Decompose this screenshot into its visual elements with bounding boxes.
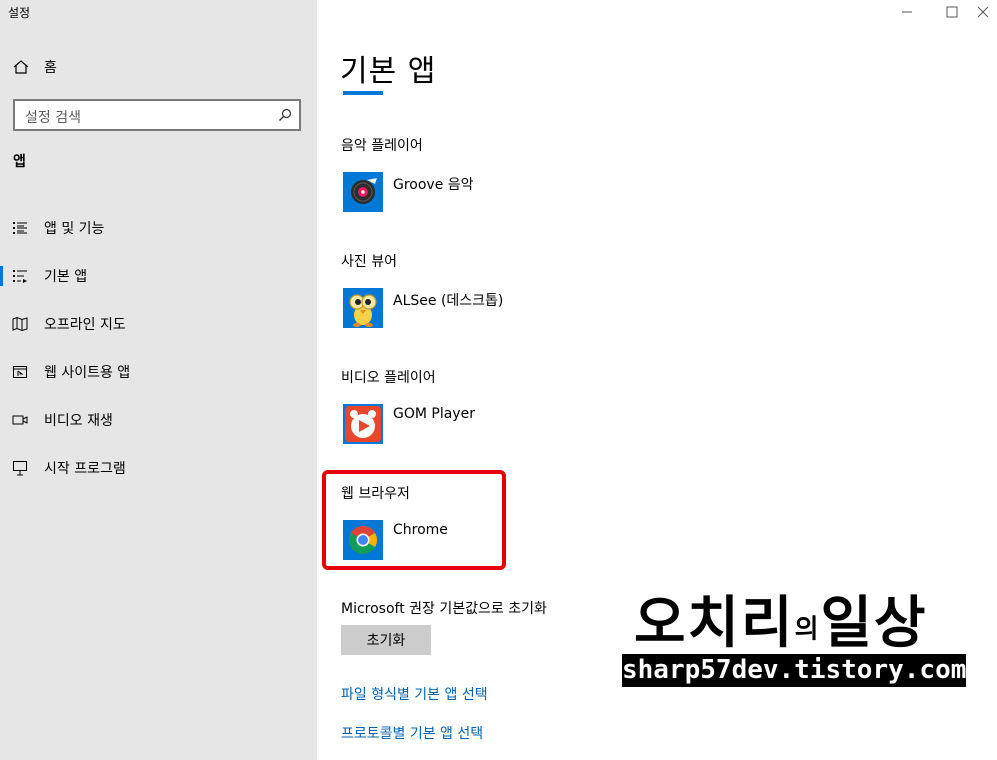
- choose-by-file-type-link[interactable]: 파일 형식별 기본 앱 선택: [341, 684, 488, 704]
- video-playback-icon: [12, 415, 28, 425]
- startup-icon: [13, 461, 27, 476]
- choose-by-protocol-link[interactable]: 프로토콜별 기본 앱 선택: [341, 723, 483, 743]
- category-photo-viewer: 사진 뷰어: [341, 254, 397, 270]
- home-label: 홈: [44, 60, 57, 76]
- sidebar-item-apps-for-websites[interactable]: 웹 사이트용 앱: [0, 348, 317, 396]
- sidebar-item-startup[interactable]: 시작 프로그램: [0, 444, 317, 492]
- offline-maps-icon: [12, 316, 28, 332]
- reset-label: Microsoft 권장 기본값으로 초기화: [341, 601, 547, 617]
- category-video-player: 비디오 플레이어: [341, 370, 436, 386]
- home-nav-item[interactable]: 홈: [13, 56, 57, 78]
- home-icon: [13, 60, 29, 74]
- sidebar-item-video-playback[interactable]: 비디오 재생: [0, 396, 317, 444]
- default-apps-icon: [13, 270, 27, 283]
- search-placeholder: 설정 검색: [25, 110, 81, 126]
- title-underline: [343, 91, 383, 95]
- sidebar-item-label: 기본 앱: [44, 269, 88, 285]
- sidebar-nav: 앱 및 기능 기본 앱 오프라인 지도 웹 사이트용 앱 비디오 재생 시작 프…: [0, 204, 317, 492]
- watermark-title-end: 일상: [820, 591, 928, 656]
- sidebar-item-offline-maps[interactable]: 오프라인 지도: [0, 300, 317, 348]
- sidebar-item-default-apps[interactable]: 기본 앱: [0, 252, 317, 300]
- app-name: Groove 음악: [393, 177, 474, 193]
- apps-for-websites-icon: [13, 366, 27, 378]
- watermark-title: 오치리의일상: [634, 578, 928, 659]
- default-app-music-player[interactable]: Groove 음악: [343, 172, 474, 212]
- reset-button[interactable]: 초기화: [341, 625, 431, 655]
- sidebar-item-label: 비디오 재생: [44, 413, 113, 429]
- watermark-title-small: 의: [794, 614, 821, 645]
- sidebar-item-label: 앱 및 기능: [44, 221, 105, 237]
- highlight-box: [322, 470, 506, 570]
- category-music-player: 음악 플레이어: [341, 138, 423, 154]
- watermark-title-main: 오치리: [634, 591, 795, 656]
- search-icon[interactable]: [278, 108, 292, 122]
- apps-features-icon: [13, 222, 27, 234]
- window-title: 설정: [8, 6, 31, 20]
- sidebar-item-apps-features[interactable]: 앱 및 기능: [0, 204, 317, 252]
- blog-watermark: 오치리의일상 sharp57dev.tistory.com: [622, 578, 966, 688]
- gom-player-icon: [343, 404, 383, 444]
- default-app-video-player[interactable]: GOM Player: [343, 404, 475, 444]
- sidebar-item-label: 오프라인 지도: [44, 317, 126, 333]
- alsee-icon: [343, 288, 383, 328]
- minimize-icon[interactable]: [899, 4, 915, 20]
- groove-music-icon: [343, 172, 383, 212]
- sidebar-item-label: 웹 사이트용 앱: [44, 365, 131, 381]
- search-input[interactable]: 설정 검색: [13, 99, 301, 131]
- app-name: GOM Player: [393, 406, 475, 422]
- page-title: 기본 앱: [340, 54, 437, 89]
- sidebar: 설정 홈 설정 검색 앱 앱 및 기능 기본 앱 오프라인 지도 웹 사이트용 …: [0, 0, 317, 760]
- maximize-icon[interactable]: [944, 4, 960, 20]
- sidebar-item-label: 시작 프로그램: [44, 461, 126, 477]
- watermark-url: sharp57dev.tistory.com: [622, 654, 967, 687]
- close-icon[interactable]: [975, 4, 991, 20]
- default-app-photo-viewer[interactable]: ALSee (데스크톱): [343, 288, 503, 328]
- app-name: ALSee (데스크톱): [393, 293, 504, 309]
- section-label-apps: 앱: [13, 154, 26, 170]
